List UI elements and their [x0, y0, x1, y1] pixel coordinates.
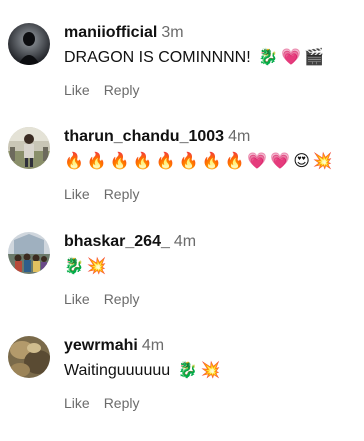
fire-emoji: 🔥 [64, 151, 84, 170]
avatar-image [8, 232, 50, 274]
avatar[interactable] [8, 232, 50, 274]
comment-text-content: Waitinguuuuuu [64, 362, 171, 379]
heart-eyes-emoji: 😍 [293, 151, 310, 170]
heart-emoji: 💗 [281, 47, 301, 66]
collision-emoji: 💥 [312, 151, 333, 170]
collision-emoji: 💥 [200, 360, 221, 379]
comment-time: 4m [228, 128, 251, 145]
comment-actions: Like Reply [64, 185, 153, 203]
fire-emoji: 🔥 [224, 151, 245, 170]
comment-actions: Like Reply [64, 394, 153, 412]
like-button[interactable]: Like [64, 395, 90, 411]
comment-item: tharun_chandu_1003 4m 🔥 🔥 🔥 🔥 🔥 🔥 🔥 🔥 💗 💗 😍 💥 Like Re… [0, 127, 364, 232]
like-button[interactable]: Like [64, 186, 90, 202]
avatar[interactable] [8, 127, 50, 169]
comment-time: 4m [173, 233, 197, 250]
reply-button[interactable]: Reply [104, 186, 140, 202]
comment-header: bhaskar_264_ 4m [64, 232, 196, 252]
reply-button[interactable]: Reply [104, 395, 140, 411]
dragon-emoji: 🐉 [64, 256, 84, 275]
reply-button[interactable]: Reply [104, 82, 140, 98]
comment-actions: Like Reply [64, 81, 153, 99]
comment-time: 3m [161, 24, 184, 41]
comment-time: 4m [141, 337, 165, 354]
comment-header: maniiofficial 3m [64, 23, 184, 43]
comment-text-content: DRAGON IS COMINNNN! [64, 49, 251, 66]
comment-item: bhaskar_264_ 4m 🐉 💥 Like Reply [0, 232, 364, 337]
comment-text: 🐉 💥 [64, 254, 107, 279]
dragon-emoji: 🐉 [177, 360, 198, 379]
fire-emoji: 🔥 [155, 151, 176, 170]
fire-emoji: 🔥 [109, 151, 130, 170]
comment-text: DRAGON IS COMINNNN! 🐉 💗 🎬 [64, 45, 324, 70]
username-link[interactable]: yewrmahi [64, 337, 138, 354]
comment-item: maniiofficial 3m DRAGON IS COMINNNN! 🐉 💗 🎬 … [0, 23, 364, 128]
comment-text: 🔥 🔥 🔥 🔥 🔥 🔥 🔥 🔥 💗 💗 😍 💥 [64, 149, 333, 174]
fire-emoji: 🔥 [132, 151, 153, 170]
reply-button[interactable]: Reply [104, 291, 140, 307]
avatar-image [8, 336, 50, 378]
heart-emoji: 💗 [270, 151, 291, 170]
comment-item: yewrmahi 4m Waitinguuuuuu 🐉 💥 Like Reply [0, 336, 364, 441]
comment-actions: Like Reply [64, 290, 153, 308]
comment-header: yewrmahi 4m [64, 336, 164, 356]
username-link[interactable]: tharun_chandu_1003 [64, 128, 224, 145]
heart-emoji: 💗 [247, 151, 268, 170]
avatar[interactable] [8, 23, 50, 65]
comment-header: tharun_chandu_1003 4m [64, 127, 250, 147]
username-link[interactable]: bhaskar_264_ [64, 233, 170, 250]
avatar-image [8, 127, 50, 169]
username-link[interactable]: maniiofficial [64, 24, 157, 41]
like-button[interactable]: Like [64, 291, 90, 307]
avatar[interactable] [8, 336, 50, 378]
fire-emoji: 🔥 [201, 151, 222, 170]
like-button[interactable]: Like [64, 82, 90, 98]
comment-text: Waitinguuuuuu 🐉 💥 [64, 358, 220, 383]
clapper-emoji: 🎬 [303, 47, 324, 66]
fire-emoji: 🔥 [86, 151, 107, 170]
fire-emoji: 🔥 [178, 151, 199, 170]
dragon-emoji: 🐉 [258, 47, 279, 66]
collision-emoji: 💥 [86, 256, 107, 275]
avatar-image [8, 23, 50, 65]
